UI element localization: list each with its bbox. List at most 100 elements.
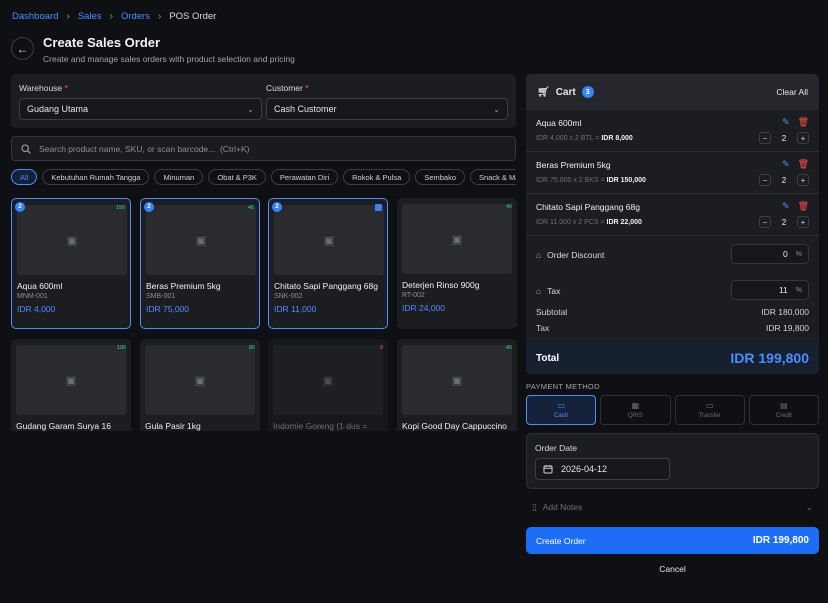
cart-item: Chitato Sapi Panggang 68g IDR 11,000 x 2… xyxy=(526,194,819,236)
add-notes-label: Add Notes xyxy=(542,502,583,512)
trash-icon[interactable]: 🗑︎ xyxy=(798,201,809,212)
clear-all-button[interactable]: Clear All xyxy=(776,87,808,97)
order-date-panel: Order Date 2026-04-12 xyxy=(526,433,819,489)
stock-count: 100 xyxy=(116,345,126,351)
note-icon: ▯ xyxy=(532,501,537,512)
product-sku: SNK-002 xyxy=(274,293,303,300)
tax-input[interactable]: 11 % xyxy=(731,280,809,300)
box-icon: ▣ xyxy=(451,374,463,387)
decrease-qty-button[interactable]: − xyxy=(759,132,771,144)
quantity-stepper: − 2 + xyxy=(759,132,809,144)
box-icon: ▣ xyxy=(322,374,334,387)
subtotal-row: Subtotal IDR 180,000 xyxy=(536,307,809,317)
payment-method-credit[interactable]: ▤ Credit xyxy=(748,395,819,425)
product-image-placeholder: ▣ xyxy=(146,205,256,275)
product-name: Gudang Garam Surya 16 xyxy=(16,421,111,431)
product-sku: SMB-001 xyxy=(146,293,176,300)
qty-value[interactable]: 2 xyxy=(777,134,791,143)
product-price: IDR 75,000 xyxy=(146,304,189,314)
product-card[interactable]: 80 ▣ Gula Pasir 1kg xyxy=(140,339,260,431)
payment-method-transfer[interactable]: ▭ Transfer xyxy=(674,395,745,425)
quantity-stepper: − 2 + xyxy=(759,174,809,186)
product-image-placeholder: ▣ xyxy=(402,345,512,415)
tax-value: 11 xyxy=(778,285,788,295)
cart-qty-badge: 2 xyxy=(144,202,154,212)
product-card[interactable]: 2 48 ▣ Beras Premium 5kg SMB-001 IDR 75,… xyxy=(140,198,260,329)
qty-value[interactable]: 2 xyxy=(777,176,791,185)
create-order-label: Create Order xyxy=(536,535,586,546)
bank-card-icon: ▭ xyxy=(705,401,714,410)
product-card[interactable]: 40 ▣ Deterjen Rinso 900g RT-002 IDR 24,0… xyxy=(397,198,517,329)
product-name: Aqua 600ml xyxy=(17,281,63,291)
edit-icon[interactable]: ✎ xyxy=(782,159,790,170)
order-discount-value: 0 xyxy=(783,249,788,259)
product-card[interactable]: 100 ▣ Gudang Garam Surya 16 xyxy=(11,339,131,431)
cart-item: Aqua 600ml IDR 4,000 x 2 BTL = IDR 8,000… xyxy=(526,110,819,152)
product-image-placeholder: ▣ xyxy=(274,205,384,275)
product-card[interactable]: 2 190 ▣ Aqua 600ml MNM-001 IDR 4,000 xyxy=(11,198,131,329)
box-icon: ▣ xyxy=(194,374,206,387)
product-image-placeholder: ▣ xyxy=(16,345,126,415)
stock-count: 40 xyxy=(505,204,512,210)
stock-count: 190 xyxy=(115,205,125,211)
cart-title: Cart xyxy=(555,86,576,98)
increase-qty-button[interactable]: + xyxy=(797,174,809,186)
cart-qty-badge: 2 xyxy=(272,202,282,212)
increase-qty-button[interactable]: + xyxy=(797,132,809,144)
product-name: Beras Premium 5kg xyxy=(146,281,221,291)
calendar-icon xyxy=(543,465,553,474)
decrease-qty-button[interactable]: − xyxy=(759,174,771,186)
box-icon: ▣ xyxy=(195,234,207,247)
product-image-placeholder: ▣ xyxy=(145,345,255,415)
product-card[interactable]: 2 ▣ Chitato Sapi Panggang 68g SNK-002 ID… xyxy=(268,198,388,329)
cart-item: Beras Premium 5kg IDR 75,000 x 2 BKS = I… xyxy=(526,152,819,194)
cart-panel: 🛒︎ Cart 3 Clear All Aqua 600ml IDR 4,000… xyxy=(526,74,819,374)
cart-item-calc: IDR 75,000 x 2 BKS = IDR 150,000 xyxy=(536,177,646,184)
stock-count: 40 xyxy=(505,345,512,351)
product-sku: MNM-001 xyxy=(17,293,48,300)
stock-count: 48 xyxy=(247,205,254,211)
credit-icon: ▤ xyxy=(780,401,788,410)
create-order-button[interactable]: Create Order IDR 199,800 xyxy=(526,527,819,554)
product-grid: 2 190 ▣ Aqua 600ml MNM-001 IDR 4,000 2 4… xyxy=(0,0,520,431)
payment-method-group: ▭ Cash ▦ QRIS ▭ Transfer ▤ Credit xyxy=(526,395,819,425)
cash-icon: ▭ xyxy=(557,401,565,410)
total-row: Total IDR 199,800 xyxy=(526,342,819,374)
qty-value[interactable]: 2 xyxy=(777,218,791,227)
add-notes-toggle[interactable]: ▯ Add Notes ⌄ xyxy=(526,498,819,516)
trash-icon[interactable]: 🗑︎ xyxy=(798,159,809,170)
product-price: IDR 4,000 xyxy=(17,304,56,314)
percent-unit: % xyxy=(795,286,802,294)
decrease-qty-button[interactable]: − xyxy=(759,216,771,228)
chevron-down-icon: ⌄ xyxy=(805,501,813,512)
total-value: IDR 199,800 xyxy=(730,350,809,366)
increase-qty-button[interactable]: + xyxy=(797,216,809,228)
cart-header: 🛒︎ Cart 3 Clear All xyxy=(526,74,819,110)
cart-item-name: Chitato Sapi Panggang 68g xyxy=(536,202,640,212)
product-image-placeholder: ▣ xyxy=(402,204,512,274)
product-image-placeholder: ▣ xyxy=(17,205,127,275)
payment-method-qris[interactable]: ▦ QRIS xyxy=(600,395,671,425)
payment-method-cash[interactable]: ▭ Cash xyxy=(526,395,597,425)
create-order-amount: IDR 199,800 xyxy=(752,535,809,546)
tax-label: ⌂ Tax xyxy=(536,286,561,296)
percent-unit: % xyxy=(795,250,802,258)
edit-icon[interactable]: ✎ xyxy=(782,117,790,128)
box-icon: ▣ xyxy=(65,374,77,387)
product-card[interactable]: 40 ▣ Kopi Good Day Cappuccino xyxy=(397,339,517,431)
order-discount-input[interactable]: 0 % xyxy=(731,244,809,264)
tag-icon: ⌂ xyxy=(536,250,542,260)
product-name: Gula Pasir 1kg xyxy=(145,421,201,431)
order-date-label: Order Date xyxy=(535,443,578,453)
cancel-button[interactable]: Cancel xyxy=(526,564,819,574)
tax-summary-row: Tax IDR 19,800 xyxy=(536,323,809,333)
box-icon: ▣ xyxy=(66,234,78,247)
trash-icon[interactable]: 🗑︎ xyxy=(798,117,809,128)
product-name: Kopi Good Day Cappuccino xyxy=(402,421,507,431)
order-date-input[interactable]: 2026-04-12 xyxy=(535,458,670,480)
product-card: 0 ▣ Indomie Goreng (1 dus = xyxy=(268,339,388,431)
edit-icon[interactable]: ✎ xyxy=(782,201,790,212)
order-date-value: 2026-04-12 xyxy=(561,464,608,474)
product-name: Deterjen Rinso 900g xyxy=(402,280,480,290)
product-name: Indomie Goreng (1 dus = xyxy=(273,421,368,431)
